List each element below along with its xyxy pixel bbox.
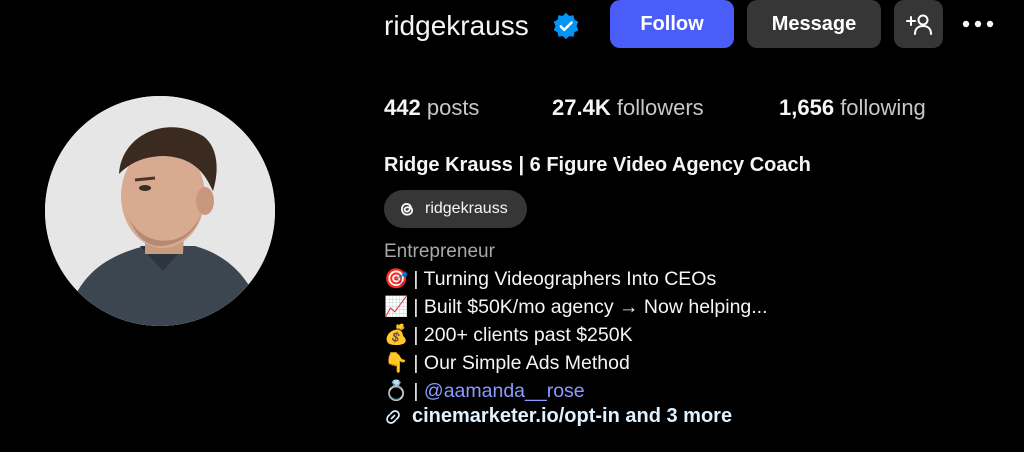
threads-badge[interactable]: ridgekrauss (384, 190, 527, 228)
bio-line: 👇 | Our Simple Ads Method (384, 351, 630, 375)
posts-label: posts (426, 95, 480, 120)
bio-emoji: 👇 (384, 352, 409, 374)
bio-text: | (413, 380, 419, 402)
follow-button[interactable]: Follow (610, 0, 734, 48)
followers-label: followers (616, 95, 704, 120)
followers-link[interactable]: 27.4K followers (552, 94, 704, 122)
external-link-text: cinemarketer.io/opt-in and 3 more (412, 405, 733, 427)
bio-mention-link[interactable]: @aamanda__rose (424, 380, 585, 402)
bio-emoji: 💰 (384, 324, 409, 346)
bio-line: 💰 | 200+ clients past $250K (384, 323, 633, 347)
following-label: following (840, 95, 926, 120)
verified-badge-icon (553, 12, 579, 40)
avatar-image (45, 96, 275, 326)
threads-icon (401, 203, 414, 216)
profile-username: ridgekrauss (384, 10, 529, 41)
bio-emoji: 🎯 (384, 268, 409, 290)
bio-emoji: 💍 (384, 380, 409, 402)
posts-value: 442 (384, 95, 421, 120)
bio-text: | 200+ clients past $250K (413, 324, 633, 346)
add-user-icon (905, 14, 932, 35)
bio-line: 🎯 | Turning Videographers Into CEOs (384, 267, 716, 291)
external-link[interactable]: cinemarketer.io/opt-in and 3 more (384, 405, 732, 428)
posts-count: 442 posts (384, 94, 479, 122)
bio-text: | Turning Videographers Into CEOs (413, 268, 717, 290)
followers-value: 27.4K (552, 95, 611, 120)
bio-text: | Our Simple Ads Method (413, 352, 630, 374)
following-value: 1,656 (779, 95, 835, 120)
bio-text: | Built $50K/mo agency → Now helping... (413, 296, 768, 318)
bio-line: 📈 | Built $50K/mo agency → Now helping..… (384, 295, 768, 319)
profile-full-name: Ridge Krauss | 6 Figure Video Agency Coa… (384, 154, 811, 176)
message-button[interactable]: Message (747, 0, 881, 48)
profile-avatar[interactable] (45, 96, 275, 326)
bio-emoji: 📈 (384, 296, 409, 318)
threads-handle: ridgekrauss (425, 200, 508, 217)
following-link[interactable]: 1,656 following (779, 94, 926, 122)
more-options-icon[interactable] (958, 14, 998, 34)
link-icon (386, 409, 400, 424)
profile-category: Entrepreneur (384, 241, 495, 262)
bio-line: 💍 | @aamanda__rose (384, 379, 585, 403)
add-user-button[interactable] (894, 0, 943, 48)
